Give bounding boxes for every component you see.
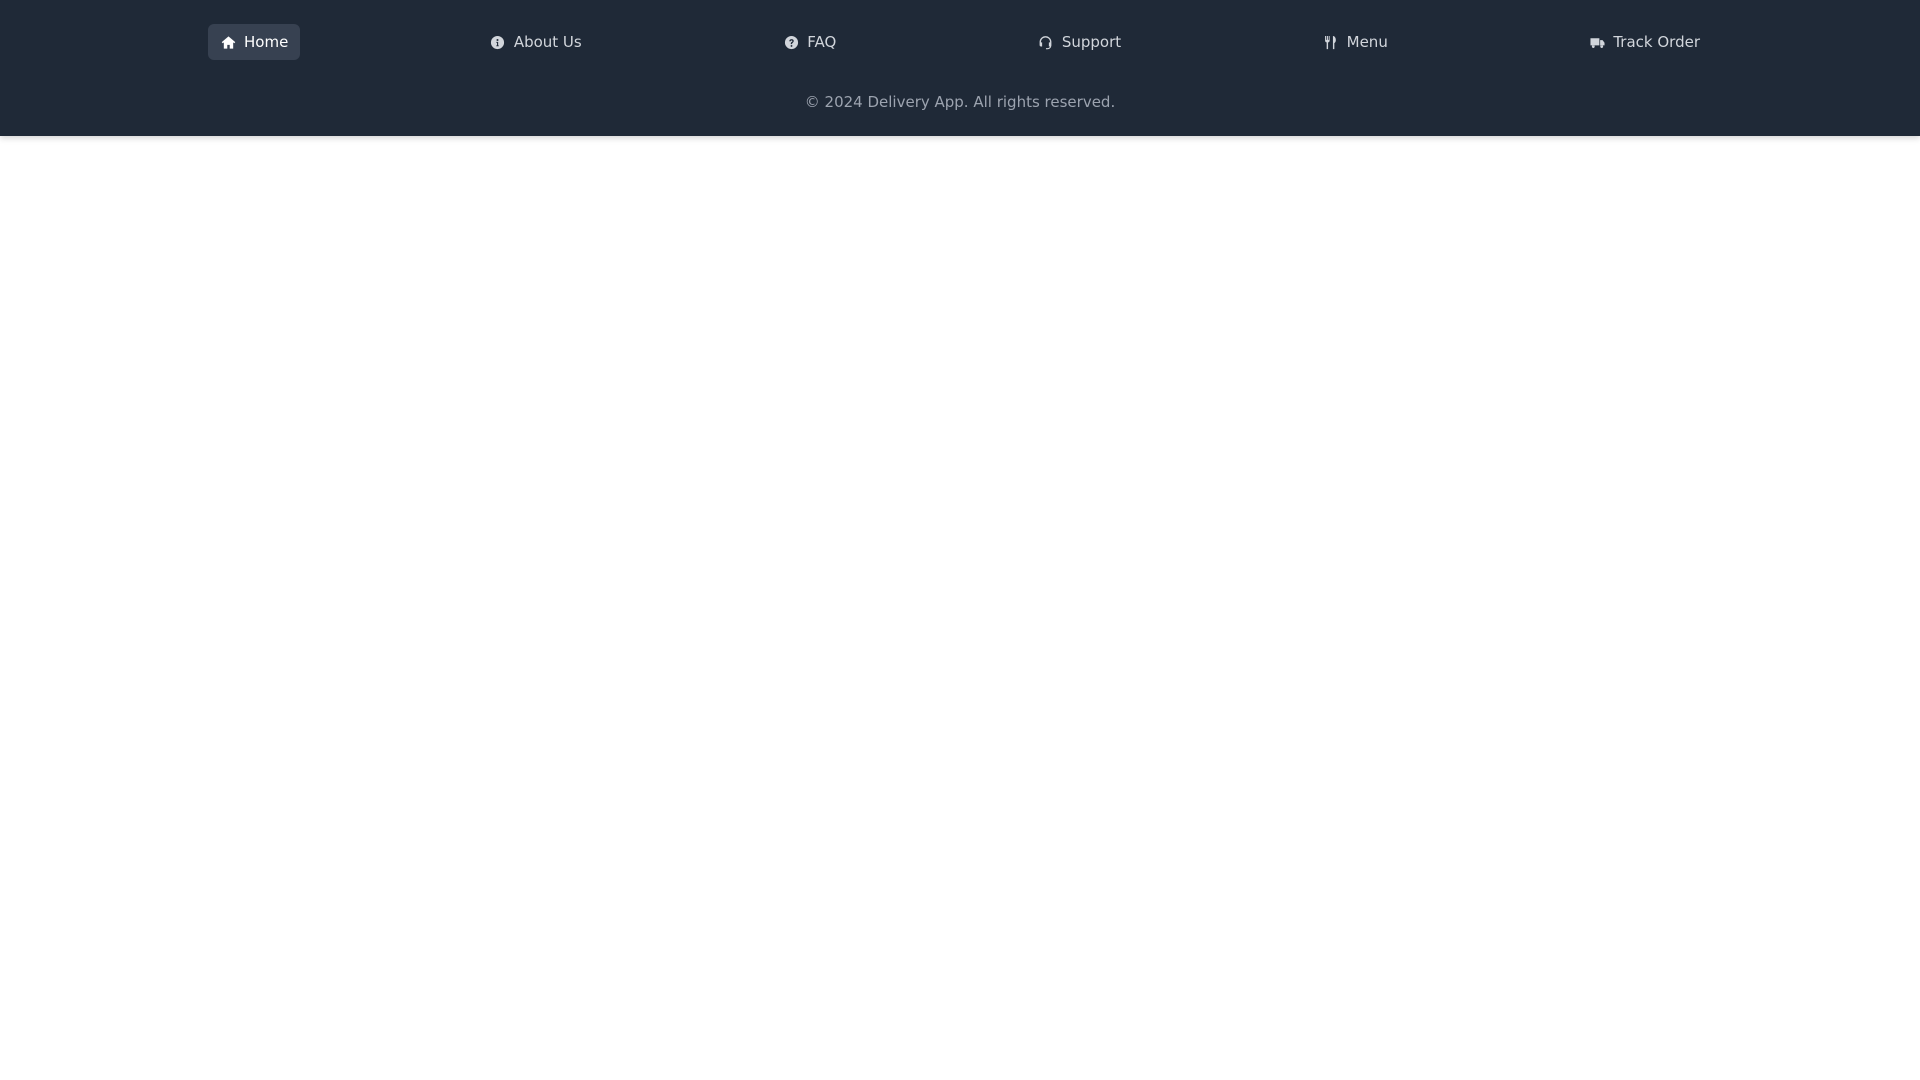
info-icon: [490, 34, 506, 50]
nav-item-home[interactable]: Home: [208, 24, 301, 60]
main-nav: Home About Us FAQ Support Menu Track Ord…: [208, 24, 1712, 60]
nav-item-track-order[interactable]: Track Order: [1577, 24, 1712, 60]
nav-item-label: About Us: [513, 33, 582, 51]
nav-item-support[interactable]: Support: [1026, 24, 1133, 60]
nav-item-about-us[interactable]: About Us: [478, 24, 594, 60]
nav-item-menu[interactable]: Menu: [1311, 24, 1400, 60]
truck-icon: [1589, 34, 1605, 50]
home-icon: [220, 34, 236, 50]
nav-item-label: Support: [1061, 33, 1122, 51]
nav-item-label: Menu: [1346, 33, 1388, 51]
headset-icon: [1038, 34, 1054, 50]
nav-item-label: Home: [244, 33, 289, 51]
utensils-icon: [1323, 34, 1339, 50]
copyright-text: © 2024 Delivery App. All rights reserved…: [804, 93, 1116, 111]
nav-item-label: FAQ: [807, 33, 837, 51]
nav-item-faq[interactable]: FAQ: [771, 24, 848, 60]
question-icon: [783, 34, 799, 50]
nav-item-label: Track Order: [1613, 33, 1700, 51]
top-navigation-bar: Home About Us FAQ Support Menu Track Ord…: [0, 0, 1920, 136]
